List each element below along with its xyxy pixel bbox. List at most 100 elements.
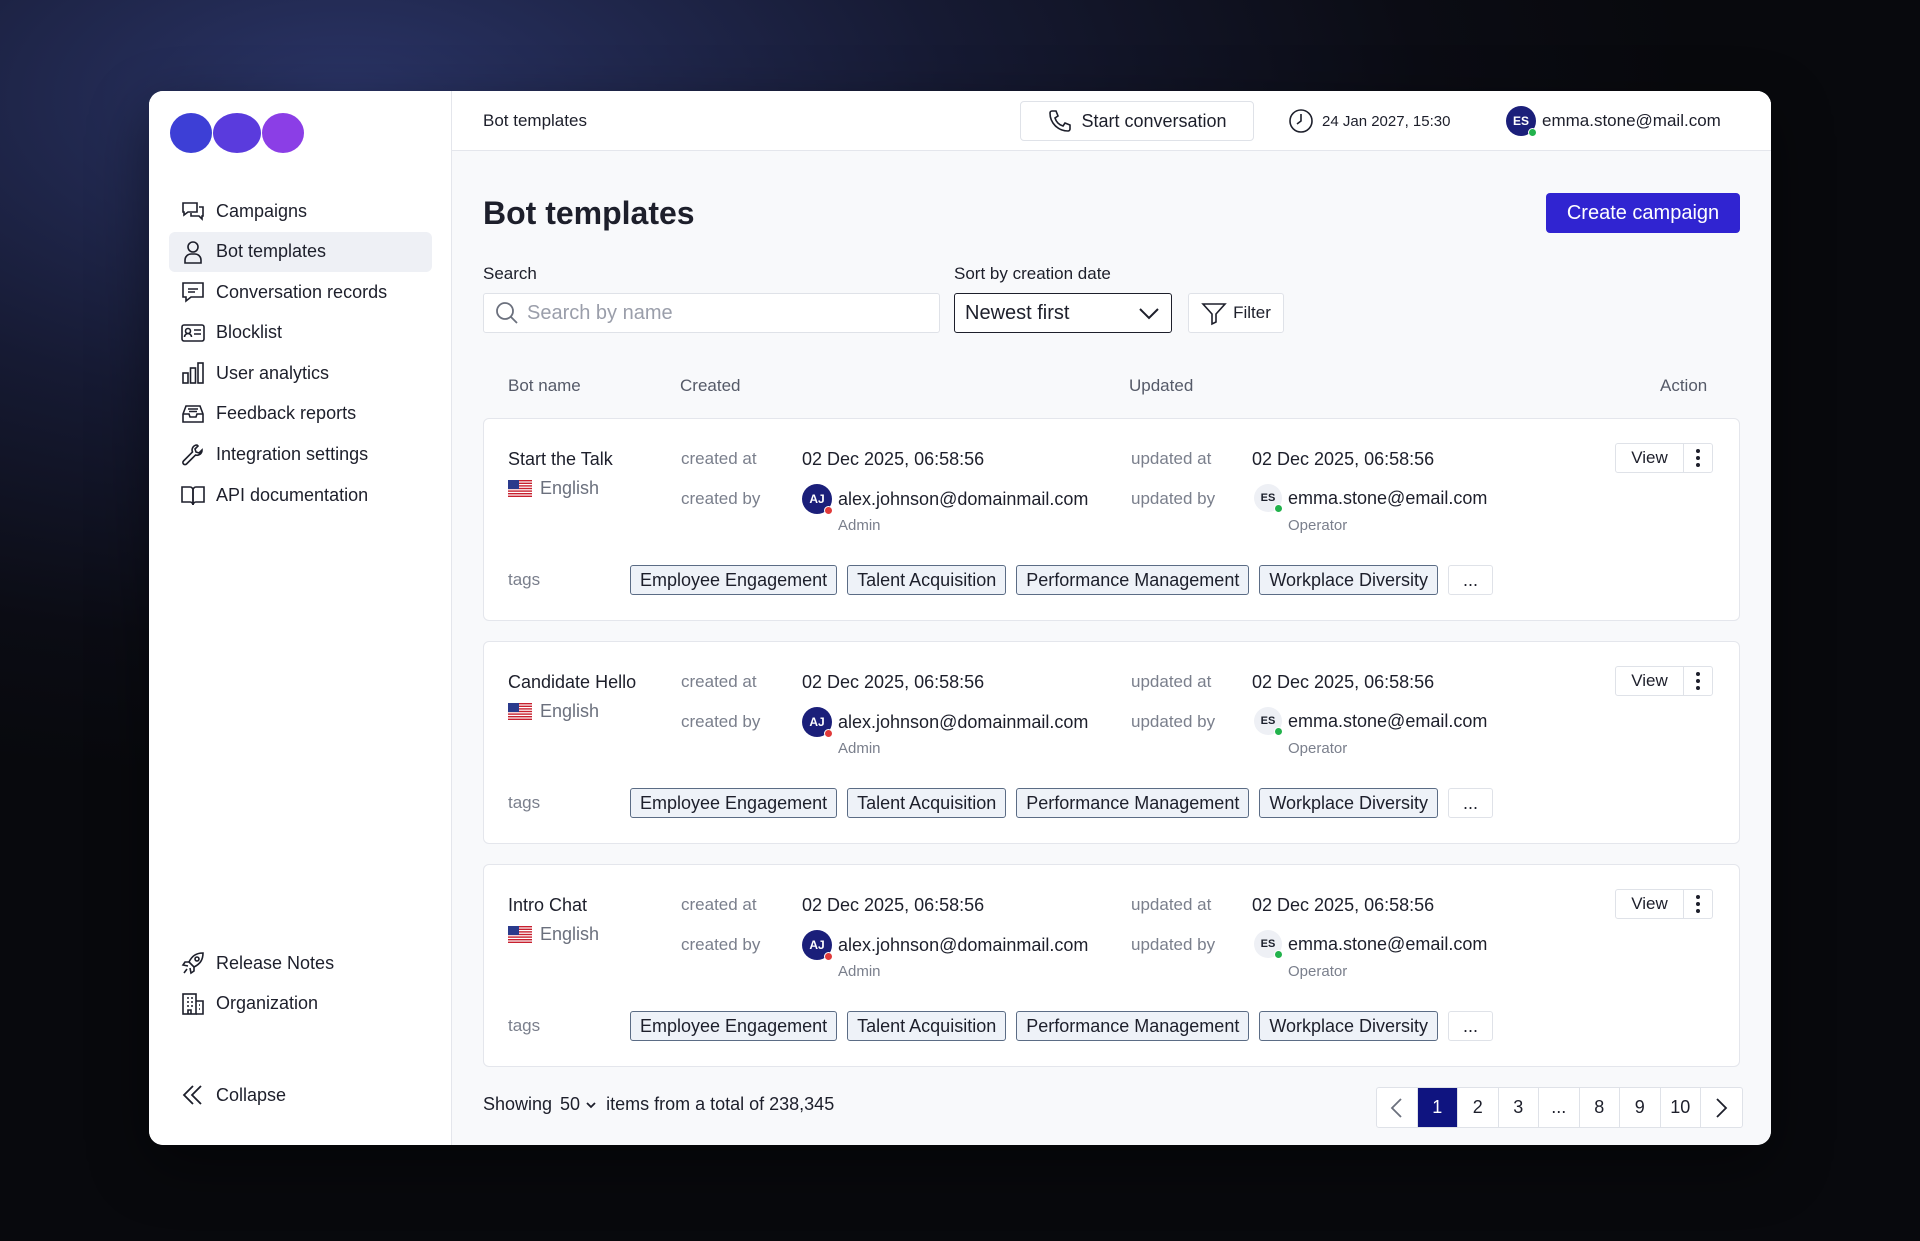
updated-at-label: updated at — [1131, 895, 1212, 914]
updated-by-role: Operator — [1288, 963, 1348, 980]
datetime-text: 24 Jan 2027, 15:30 — [1322, 112, 1451, 130]
sidebar-item-conversation-records[interactable]: Conversation records — [169, 272, 432, 312]
sidebar-item-label: User analytics — [216, 362, 330, 383]
page-button[interactable]: 1 — [1417, 1088, 1458, 1127]
view-button[interactable]: View — [1616, 890, 1684, 918]
tag-chip[interactable]: Workplace Diversity — [1259, 788, 1439, 818]
created-at-value: 02 Dec 2025, 06:58:56 — [802, 895, 985, 915]
updated-by-email: emma.stone@email.com — [1288, 933, 1488, 954]
action-buttons: View — [1615, 666, 1713, 696]
chat-bubbles-icon — [182, 202, 204, 221]
created-by-label: created by — [681, 935, 761, 954]
clock-icon — [1289, 109, 1313, 133]
language-label: English — [540, 478, 600, 498]
total-items-text: items from a total of 238,345 — [606, 1094, 835, 1114]
page-size-select[interactable]: 50 — [560, 1094, 598, 1115]
sidebar-item-integration-settings[interactable]: Integration settings — [169, 435, 432, 475]
user-menu[interactable]: ES emma.stone@mail.com — [1506, 91, 1721, 151]
create-campaign-button[interactable]: Create campaign — [1546, 193, 1740, 233]
avatar-initials: ES — [1260, 938, 1276, 950]
us-flag-icon — [508, 703, 532, 720]
sidebar-item-api-documentation[interactable]: API documentation — [169, 475, 432, 515]
page-button[interactable]: 2 — [1458, 1088, 1499, 1127]
phone-icon — [1049, 110, 1072, 132]
more-actions-button[interactable] — [1684, 444, 1712, 472]
template-card: Candidate Hello English created at 02 De… — [483, 641, 1740, 844]
sidebar-item-label: Integration settings — [216, 444, 369, 465]
bot-language: English — [508, 701, 599, 722]
created-at-label: created at — [681, 449, 757, 468]
page-button[interactable]: 3 — [1499, 1088, 1539, 1127]
rocket-icon — [181, 952, 204, 975]
next-page-button[interactable] — [1701, 1088, 1742, 1127]
updated-by-user: ES emma.stone@email.com — [1254, 484, 1487, 513]
view-button[interactable]: View — [1616, 444, 1684, 472]
search-label: Search — [483, 264, 537, 283]
more-tags-button[interactable]: ... — [1448, 565, 1494, 595]
created-by-email: alex.johnson@domainmail.com — [838, 711, 1089, 732]
action-buttons: View — [1615, 443, 1713, 473]
tag-chip[interactable]: Performance Management — [1016, 788, 1250, 818]
current-datetime: 24 Jan 2027, 15:30 — [1288, 91, 1450, 151]
tag-chip[interactable]: Employee Engagement — [630, 1011, 838, 1041]
language-label: English — [540, 924, 600, 944]
avatar-initials: ES — [1260, 715, 1276, 727]
tag-chip[interactable]: Talent Acquisition — [847, 1011, 1007, 1041]
column-header-updated: Updated — [1129, 376, 1194, 395]
bar-chart-icon — [182, 362, 204, 385]
message-icon — [182, 282, 204, 303]
search-input[interactable] — [527, 301, 927, 325]
sidebar-item-campaigns[interactable]: Campaigns — [169, 191, 432, 231]
created-by-role: Admin — [838, 740, 881, 757]
more-tags-button[interactable]: ... — [1448, 1011, 1494, 1041]
bot-name: Intro Chat — [508, 895, 588, 915]
sidebar-item-label: Organization — [216, 993, 319, 1014]
more-actions-button[interactable] — [1684, 667, 1712, 695]
showing-label: Showing — [483, 1094, 553, 1114]
tag-chip[interactable]: Employee Engagement — [630, 788, 838, 818]
tag-chip[interactable]: Performance Management — [1016, 565, 1250, 595]
page-size-value: 50 — [560, 1094, 581, 1114]
template-card: Start the Talk English created at 02 Dec… — [483, 418, 1740, 621]
kebab-menu-icon — [1696, 672, 1700, 690]
created-by-email: alex.johnson@domainmail.com — [838, 488, 1089, 509]
page-button[interactable]: 8 — [1580, 1088, 1620, 1127]
app-logo — [169, 112, 305, 159]
online-status-dot — [1528, 128, 1537, 137]
tag-chip[interactable]: Workplace Diversity — [1259, 565, 1439, 595]
sidebar-item-feedback-reports[interactable]: Feedback reports — [169, 394, 432, 434]
more-actions-button[interactable] — [1684, 890, 1712, 918]
more-tags-button[interactable]: ... — [1448, 788, 1494, 818]
tag-chip[interactable]: Workplace Diversity — [1259, 1011, 1439, 1041]
updated-by-role: Operator — [1288, 517, 1348, 534]
created-by-role: Admin — [838, 517, 881, 534]
sidebar-item-blocklist[interactable]: Blocklist — [169, 313, 432, 353]
tag-chip[interactable]: Talent Acquisition — [847, 788, 1007, 818]
view-button[interactable]: View — [1616, 667, 1684, 695]
avatar-initials: AJ — [809, 938, 825, 952]
tag-chip[interactable]: Employee Engagement — [630, 565, 838, 595]
page-title: Bot templates — [483, 195, 695, 231]
created-by-label: created by — [681, 712, 761, 731]
sidebar-item-label: Campaigns — [216, 200, 308, 221]
sidebar-item-organization[interactable]: Organization — [169, 984, 432, 1024]
sort-dropdown[interactable]: Newest first — [954, 293, 1172, 333]
tag-chip[interactable]: Performance Management — [1016, 1011, 1250, 1041]
chevron-down-icon — [586, 1101, 596, 1108]
sidebar-nav: Campaigns Bot templates Conversation rec… — [169, 191, 432, 516]
start-conversation-button[interactable]: Start conversation — [1020, 101, 1254, 141]
building-icon — [182, 992, 204, 1015]
page-button[interactable]: 9 — [1620, 1088, 1661, 1127]
sidebar-item-bot-templates[interactable]: Bot templates — [169, 231, 432, 272]
page-button[interactable]: 10 — [1661, 1088, 1701, 1127]
sidebar-item-label: Blocklist — [216, 322, 283, 343]
tag-chip[interactable]: Talent Acquisition — [847, 565, 1007, 595]
filter-button[interactable]: Filter — [1188, 293, 1284, 333]
sidebar-item-user-analytics[interactable]: User analytics — [169, 353, 432, 393]
previous-page-button[interactable] — [1377, 1088, 1418, 1127]
sidebar-item-release-notes[interactable]: Release Notes — [169, 943, 432, 983]
start-conversation-label: Start conversation — [1081, 110, 1227, 131]
language-label: English — [540, 701, 600, 721]
collapse-button[interactable]: Collapse — [169, 1075, 432, 1115]
bot-name: Candidate Hello — [508, 672, 637, 692]
